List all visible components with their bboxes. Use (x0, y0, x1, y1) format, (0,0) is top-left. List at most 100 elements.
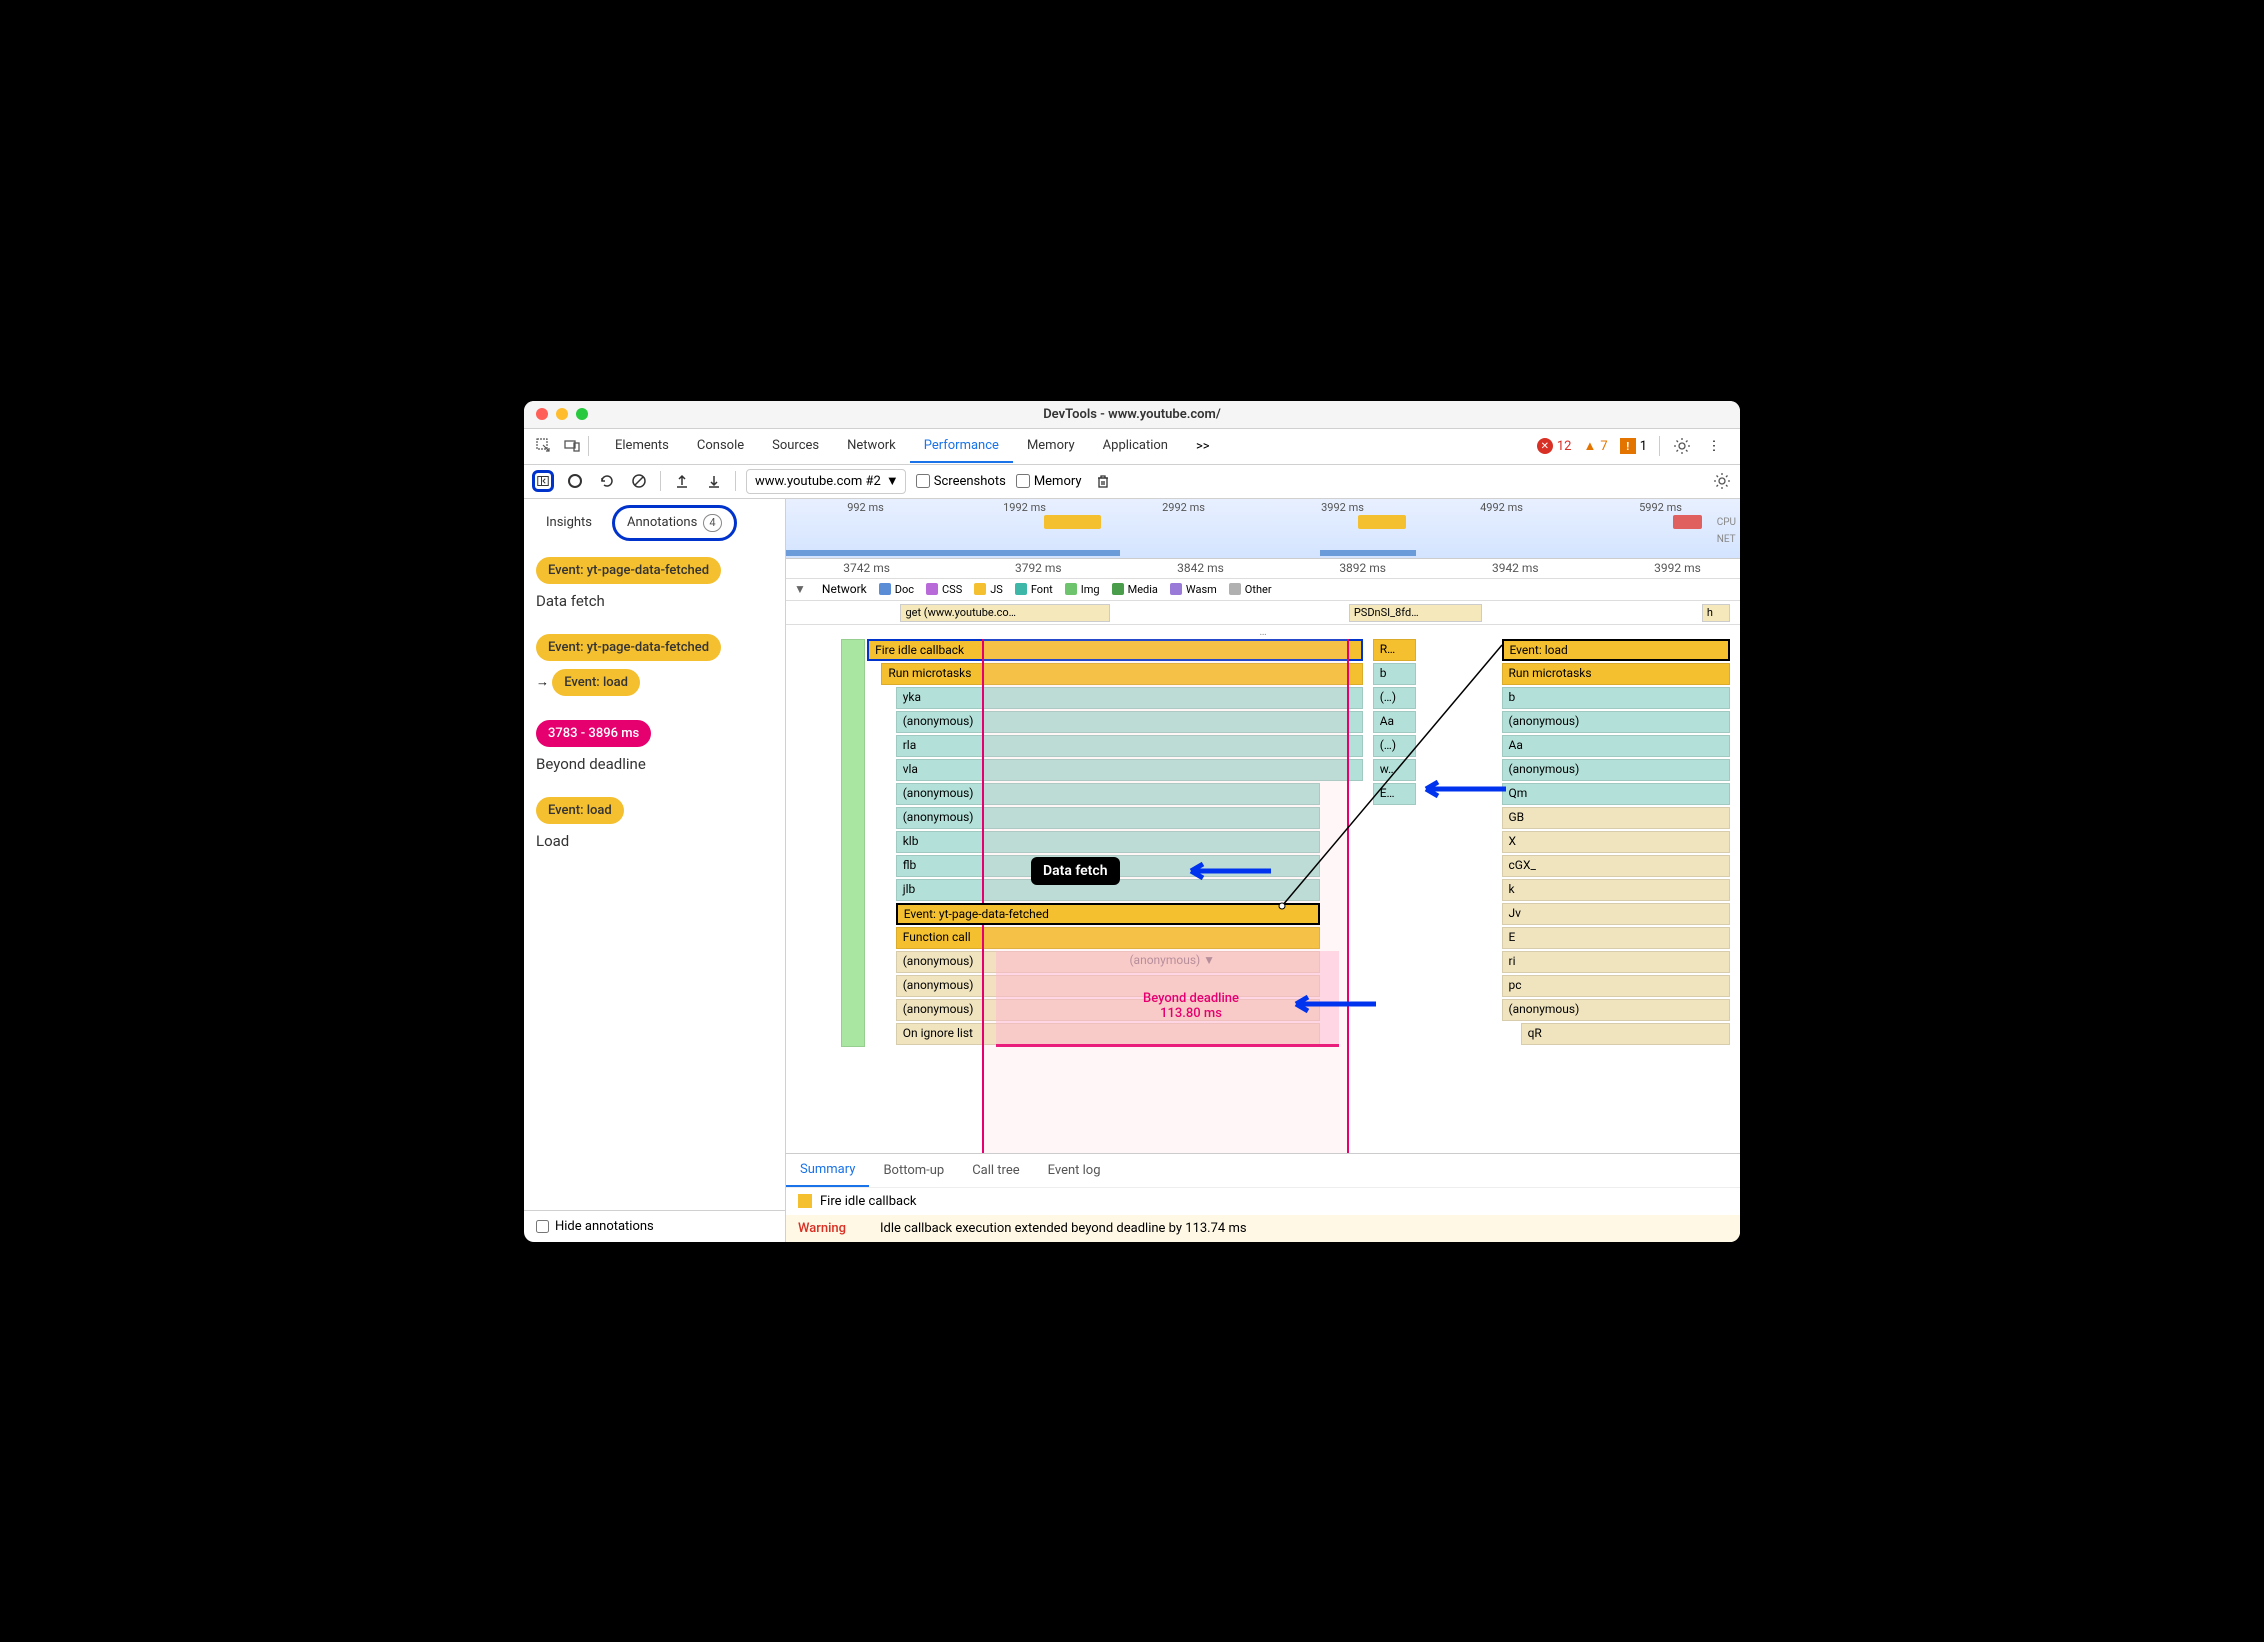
flame-bar[interactable]: cGX_ (1502, 855, 1731, 877)
details-tab-event-log[interactable]: Event log (1034, 1155, 1115, 1186)
network-request-bar[interactable]: PSDnSI_8fd… (1349, 604, 1483, 622)
flame-bar[interactable]: R… (1373, 639, 1416, 661)
annotation-count-badge: 4 (703, 514, 721, 532)
flame-bar[interactable]: GB (1502, 807, 1731, 829)
screenshots-checkbox[interactable]: Screenshots (916, 474, 1006, 489)
annotation-item[interactable]: Event: yt-page-data-fetched→ Event: load (536, 634, 773, 696)
flame-bar[interactable]: (anonymous) (1502, 711, 1731, 733)
annotation-item[interactable]: 3783 - 3896 msBeyond deadline (536, 720, 773, 773)
flame-bar[interactable]: Run microtasks (1502, 663, 1731, 685)
details-tab-summary[interactable]: Summary (786, 1154, 869, 1187)
legend-item: Wasm (1170, 583, 1217, 596)
tab-sources[interactable]: Sources (758, 430, 833, 463)
flame-bar[interactable]: b (1373, 663, 1416, 685)
network-track-header[interactable]: ▼ Network DocCSSJSFontImgMediaWasmOther (786, 579, 1740, 601)
flame-bar[interactable]: ri (1502, 951, 1731, 973)
recording-select[interactable]: www.youtube.com #2 ▼ (746, 469, 906, 494)
memory-checkbox[interactable]: Memory (1016, 474, 1082, 489)
flame-bar[interactable]: X (1502, 831, 1731, 853)
close-window-button[interactable] (536, 408, 548, 420)
flame-bar[interactable]: (anonymous) (896, 711, 1363, 733)
panel-settings-icon[interactable] (1712, 471, 1732, 491)
overview-timeline[interactable]: 992 ms1992 ms2992 ms3992 ms4992 ms5992 m… (786, 499, 1740, 559)
ruler-tick: 3842 ms (1177, 561, 1224, 575)
flame-bar[interactable]: Aa (1502, 735, 1731, 757)
minimize-window-button[interactable] (556, 408, 568, 420)
annotation-item[interactable]: Event: loadLoad (536, 797, 773, 850)
error-count-badge[interactable]: ✕ 12 (1537, 438, 1572, 454)
tab-network[interactable]: Network (833, 430, 910, 463)
legend-item: CSS (926, 583, 962, 596)
network-request-bar[interactable]: h (1702, 604, 1731, 622)
flame-bar[interactable]: Function call (896, 927, 1321, 949)
tab-performance[interactable]: Performance (910, 430, 1013, 463)
issue-icon: ! (1620, 438, 1636, 454)
flame-bar[interactable]: (anonymous) (896, 783, 1321, 805)
flame-bar[interactable]: vla (896, 759, 1363, 781)
tab-application[interactable]: Application (1089, 430, 1182, 463)
annotation-item[interactable]: Event: yt-page-data-fetchedData fetch (536, 557, 773, 610)
more-tabs-button[interactable]: >> (1186, 431, 1220, 462)
flame-bar[interactable]: (anonymous) (1502, 759, 1731, 781)
tab-elements[interactable]: Elements (601, 430, 683, 463)
flame-bar[interactable]: (anonymous) (1502, 999, 1731, 1021)
flame-bar[interactable]: pc (1502, 975, 1731, 997)
error-icon: ✕ (1537, 438, 1553, 454)
flame-bar[interactable]: klb (896, 831, 1321, 853)
zoom-window-button[interactable] (576, 408, 588, 420)
legend-item: Doc (879, 583, 914, 596)
download-trace-button[interactable] (703, 470, 725, 492)
flame-bar[interactable]: (anonymous) (896, 807, 1321, 829)
insights-tab[interactable]: Insights (534, 509, 604, 536)
tab-memory[interactable]: Memory (1013, 430, 1089, 463)
flame-bar[interactable]: k (1502, 879, 1731, 901)
annotations-tab[interactable]: Annotations 4 (612, 505, 736, 541)
overview-tick: 3992 ms (1263, 501, 1422, 514)
flame-bar[interactable]: Aa (1373, 711, 1416, 733)
clear-button[interactable] (628, 470, 650, 492)
flame-bar[interactable]: yka (896, 687, 1363, 709)
flame-bar[interactable]: qR (1521, 1023, 1731, 1045)
expand-icon[interactable]: ▼ (794, 582, 806, 596)
annotations-sidebar: Insights Annotations 4 Event: yt-page-da… (524, 499, 786, 1242)
time-ruler[interactable]: 3742 ms3792 ms3842 ms3892 ms3942 ms3992 … (786, 559, 1740, 579)
flame-bar[interactable]: Event: load (1502, 639, 1731, 661)
device-toolbar-icon[interactable] (560, 434, 584, 458)
gc-button[interactable] (1092, 470, 1114, 492)
legend-item: Img (1065, 583, 1100, 596)
record-button[interactable] (564, 470, 586, 492)
flame-bar[interactable]: Run microtasks (881, 663, 1363, 685)
flame-bar[interactable]: E (1502, 927, 1731, 949)
flame-bar[interactable]: Event: yt-page-data-fetched (896, 903, 1321, 925)
flame-bar[interactable]: (…) (1373, 687, 1416, 709)
flame-bar[interactable]: Fire idle callback (867, 639, 1363, 661)
flame-bar[interactable]: (…) (1373, 735, 1416, 757)
warning-count-badge[interactable]: ▲ 7 (1584, 438, 1608, 454)
flame-bar[interactable]: b (1502, 687, 1731, 709)
main-tabbar: ElementsConsoleSourcesNetworkPerformance… (524, 429, 1740, 465)
flame-bar[interactable]: w… (1373, 759, 1416, 781)
upload-trace-button[interactable] (671, 470, 693, 492)
tab-console[interactable]: Console (683, 430, 758, 463)
overview-tick: 4992 ms (1422, 501, 1581, 514)
toggle-sidebar-button[interactable] (532, 470, 554, 492)
settings-icon[interactable] (1672, 436, 1692, 456)
more-menu-icon[interactable]: ⋮ (1704, 436, 1724, 456)
reload-button[interactable] (596, 470, 618, 492)
inspect-element-icon[interactable] (532, 434, 556, 458)
pointer-arrow-icon (1416, 779, 1506, 799)
details-tab-bottom-up[interactable]: Bottom-up (869, 1155, 958, 1186)
network-request-bar[interactable]: get (www.youtube.co… (900, 604, 1110, 622)
flame-chart[interactable]: Data fetch Load Beyond de (786, 639, 1740, 1153)
flame-bar[interactable] (841, 639, 865, 1047)
ruler-tick: 3792 ms (1015, 561, 1062, 575)
issue-count-badge[interactable]: ! 1 (1620, 438, 1647, 454)
flame-bar[interactable]: rla (896, 735, 1363, 757)
network-track[interactable]: get (www.youtube.co… PSDnSI_8fd… h (786, 601, 1740, 625)
flame-bar[interactable]: Jv (1502, 903, 1731, 925)
flame-bar[interactable]: Qm (1502, 783, 1731, 805)
details-tab-call-tree[interactable]: Call tree (958, 1155, 1033, 1186)
summary-panel: Fire idle callback Warning Idle callback… (786, 1187, 1740, 1242)
hide-annotations-checkbox[interactable] (536, 1220, 549, 1233)
flame-bar[interactable]: E… (1373, 783, 1416, 805)
